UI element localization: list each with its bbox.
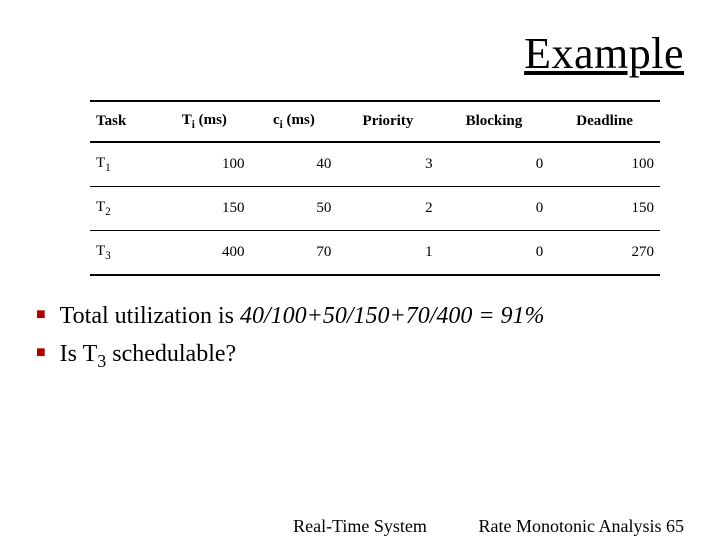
bullet-item: ■ Is T3 schedulable? <box>36 338 684 374</box>
bullet-text: Total utilization is 40/100+50/150+70/40… <box>60 300 545 334</box>
task-table: Task Ti (ms) ci (ms) Priority Blocking D… <box>90 100 660 276</box>
cell-priority: 1 <box>337 231 438 276</box>
page-title: Example <box>524 28 684 79</box>
cell-blocking: 0 <box>439 187 550 231</box>
slide-number: 65 <box>666 516 684 536</box>
bullet-item: ■ Total utilization is 40/100+50/150+70/… <box>36 300 684 334</box>
col-ci: ci (ms) <box>250 101 337 142</box>
col-deadline: Deadline <box>549 101 660 142</box>
footer-right: Rate Monotonic Analysis 65 <box>479 516 685 537</box>
cell-deadline: 150 <box>549 187 660 231</box>
cell-task: T2 <box>90 187 158 231</box>
cell-priority: 3 <box>337 142 438 187</box>
cell-ti: 100 <box>158 142 250 187</box>
col-task: Task <box>90 101 158 142</box>
cell-task: T3 <box>90 231 158 276</box>
cell-ci: 70 <box>250 231 337 276</box>
cell-ti: 150 <box>158 187 250 231</box>
bullet-list: ■ Total utilization is 40/100+50/150+70/… <box>36 300 684 378</box>
cell-blocking: 0 <box>439 142 550 187</box>
col-blocking: Blocking <box>439 101 550 142</box>
table-header-row: Task Ti (ms) ci (ms) Priority Blocking D… <box>90 101 660 142</box>
slide: Example Task Ti (ms) ci (ms) Priority Bl… <box>0 0 720 540</box>
col-ti: Ti (ms) <box>158 101 250 142</box>
cell-ci: 50 <box>250 187 337 231</box>
cell-task: T1 <box>90 142 158 187</box>
bullet-icon: ■ <box>36 307 46 323</box>
cell-ti: 400 <box>158 231 250 276</box>
cell-blocking: 0 <box>439 231 550 276</box>
bullet-icon: ■ <box>36 345 46 361</box>
cell-deadline: 270 <box>549 231 660 276</box>
table-row: T3 400 70 1 0 270 <box>90 231 660 276</box>
cell-ci: 40 <box>250 142 337 187</box>
table-row: T2 150 50 2 0 150 <box>90 187 660 231</box>
bullet-text: Is T3 schedulable? <box>60 338 237 374</box>
col-priority: Priority <box>337 101 438 142</box>
table-row: T1 100 40 3 0 100 <box>90 142 660 187</box>
cell-priority: 2 <box>337 187 438 231</box>
cell-deadline: 100 <box>549 142 660 187</box>
